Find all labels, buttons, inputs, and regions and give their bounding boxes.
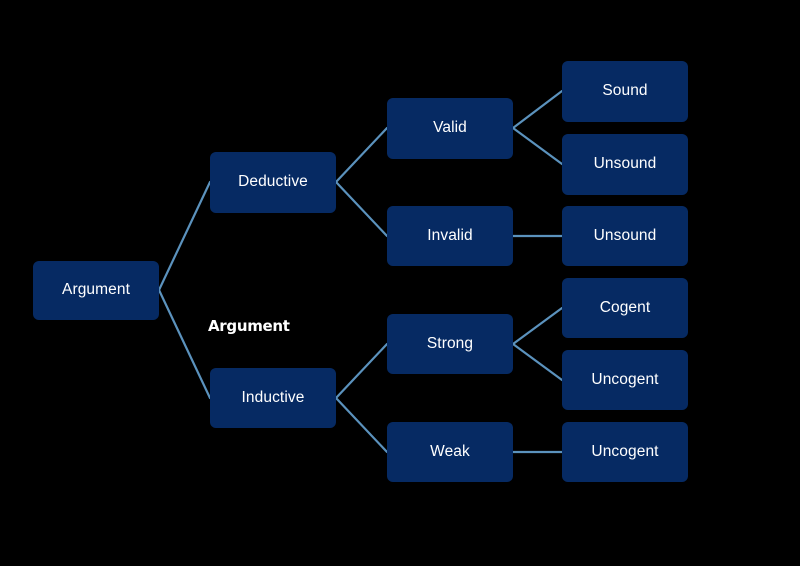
node-label-unsound1: Unsound [593,155,657,173]
edge-inductive-strong [334,342,389,400]
node-invalid[interactable]: Invalid [387,206,513,266]
node-label-sound: Sound [602,82,648,100]
node-argument[interactable]: Argument [33,261,159,320]
node-label-invalid: Invalid [427,226,473,244]
node-sound[interactable]: Sound [562,61,688,122]
edge-argument-inductive [157,288,212,400]
node-valid[interactable]: Valid [387,98,513,159]
node-inductive[interactable]: Inductive [210,368,336,428]
edge-strong-cogent [511,306,564,346]
node-label-uncogent2: Uncogent [591,442,659,460]
node-label-uncogent1: Uncogent [591,370,659,388]
node-label-weak: Weak [430,442,470,460]
node-label-inductive: Inductive [241,388,305,406]
node-label-strong: Strong [426,334,474,352]
node-label-unsound2: Unsound [593,226,657,244]
diagram-canvas: Argument Deductive Inductive Valid Invalid St… [0,0,800,566]
node-label-deductive: Deductive [238,173,308,191]
node-deductive[interactable]: Deductive [210,152,336,213]
edge-argument-deductive [157,180,212,292]
node-uncogent1[interactable]: Uncogent [562,350,688,410]
node-uncogent2[interactable]: Uncogent [562,422,688,482]
edge-strong-uncogent [511,342,564,382]
node-label-valid: Valid [433,119,467,137]
node-unsound2[interactable]: Unsound [562,206,688,266]
edge-deductive-valid [334,126,389,184]
node-label-argument: Argument [62,281,130,299]
node-cogent[interactable]: Cogent [562,278,688,338]
node-unsound1[interactable]: Unsound [562,134,688,195]
node-label-cogent: Cogent [599,298,651,316]
edge-inductive-weak [334,396,389,454]
edge-valid-unsound [511,126,564,166]
node-strong[interactable]: Strong [387,314,513,374]
edge-deductive-invalid [334,180,389,238]
floating-text-argument: Argument [208,317,290,335]
edge-valid-sound [511,89,564,130]
node-weak[interactable]: Weak [387,422,513,482]
